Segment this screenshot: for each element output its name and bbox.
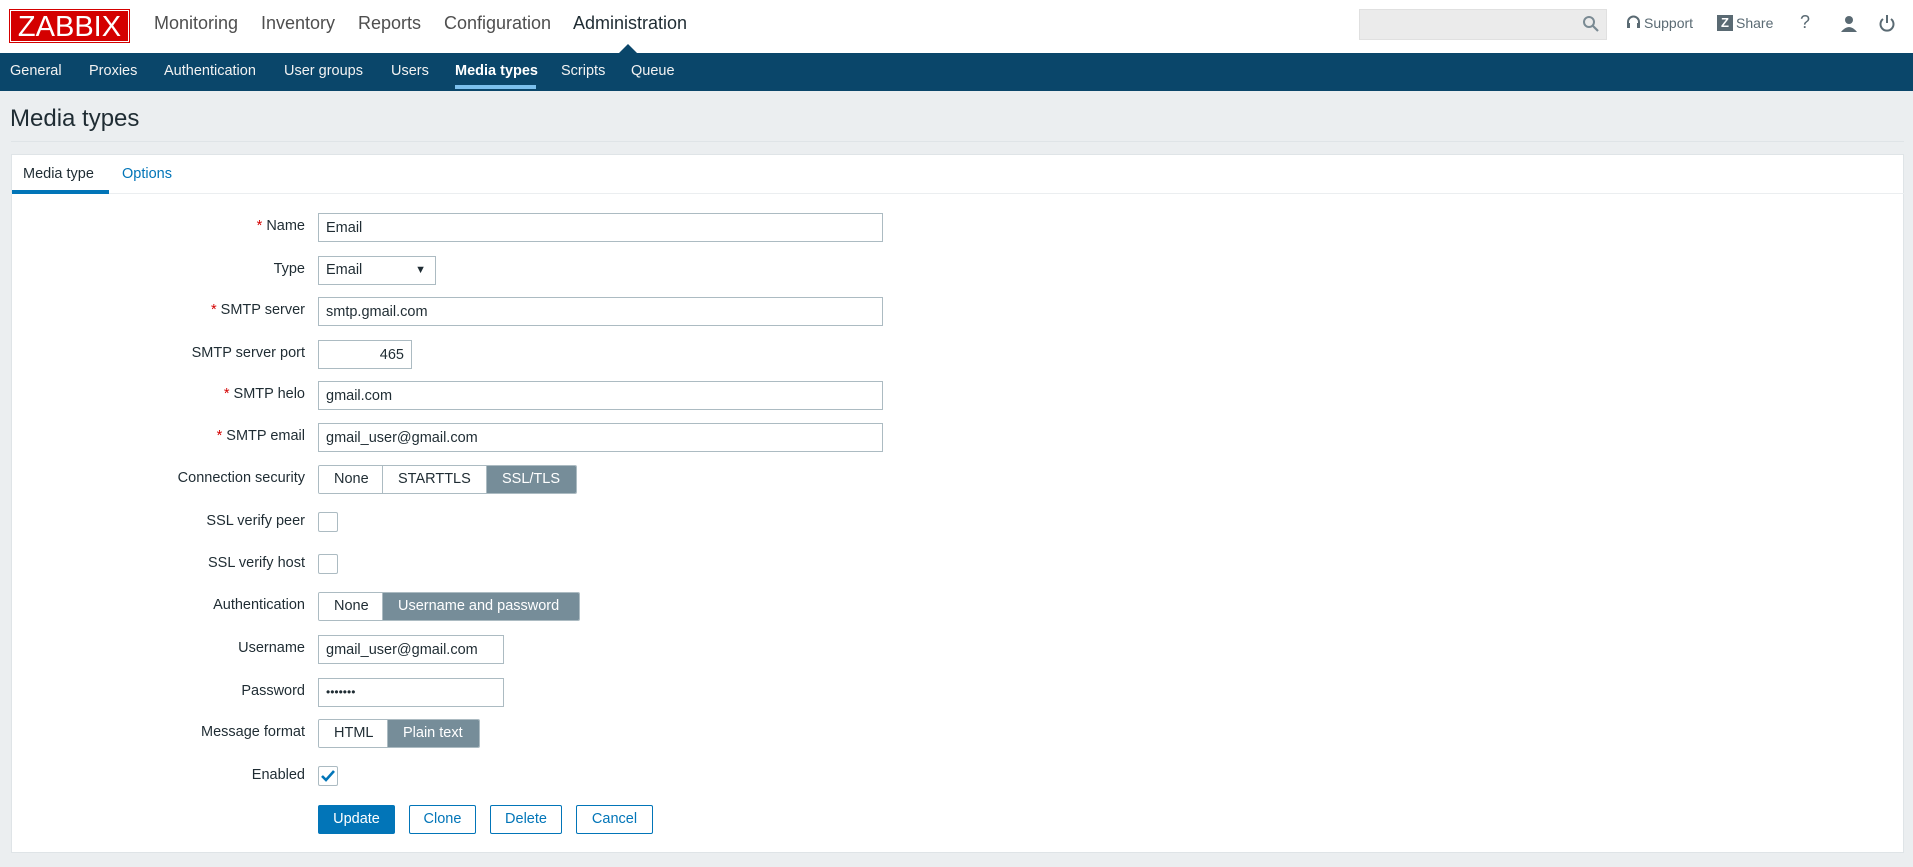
subnav-media-types[interactable]: Media types xyxy=(455,63,538,79)
authentication-none[interactable]: None xyxy=(319,593,383,620)
active-subnav-underline xyxy=(455,85,536,89)
enabled-checkbox[interactable] xyxy=(318,766,338,786)
help-icon[interactable]: ? xyxy=(1800,12,1810,33)
connection-security-segmented: None STARTTLS SSL/TLS xyxy=(318,465,577,494)
authentication-label: Authentication xyxy=(213,597,305,613)
tab-options[interactable]: Options xyxy=(122,166,172,182)
ssl-verify-peer-checkbox[interactable] xyxy=(318,512,338,532)
password-input[interactable]: ••••••• xyxy=(318,678,504,707)
menu-inventory[interactable]: Inventory xyxy=(261,13,335,34)
smtp-email-label: * SMTP email xyxy=(216,428,305,444)
message-format-label: Message format xyxy=(201,724,305,740)
subnav-user-groups[interactable]: User groups xyxy=(284,63,363,79)
smtp-server-input[interactable] xyxy=(318,297,883,326)
active-menu-caret xyxy=(619,44,637,53)
subnav-authentication[interactable]: Authentication xyxy=(164,63,256,79)
enabled-label: Enabled xyxy=(251,767,305,783)
smtp-helo-input[interactable] xyxy=(318,381,883,410)
connection-security-starttls[interactable]: STARTTLS xyxy=(383,466,487,493)
smtp-server-label: * SMTP server xyxy=(211,302,305,318)
message-format-html[interactable]: HTML xyxy=(319,720,388,747)
power-icon[interactable] xyxy=(1878,14,1896,33)
ssl-verify-host-label: SSL verify host xyxy=(208,555,305,571)
connection-security-ssl-tls[interactable]: SSL/TLS xyxy=(487,466,576,493)
zabbix-logo[interactable]: ZABBIX xyxy=(9,9,130,43)
authentication-username-password[interactable]: Username and password xyxy=(383,593,579,620)
message-format-segmented: HTML Plain text xyxy=(318,719,480,748)
menu-configuration[interactable]: Configuration xyxy=(444,13,551,34)
smtp-helo-label: * SMTP helo xyxy=(223,386,305,402)
smtp-port-input[interactable] xyxy=(318,340,412,369)
connection-security-none[interactable]: None xyxy=(319,466,383,493)
divider xyxy=(11,141,1904,142)
subnav-users[interactable]: Users xyxy=(391,63,429,79)
cancel-button[interactable]: Cancel xyxy=(576,805,653,834)
password-label: Password xyxy=(241,683,305,699)
top-header: ZABBIX Monitoring Inventory Reports Conf… xyxy=(0,0,1913,53)
type-select[interactable]: Email ▼ xyxy=(318,256,436,285)
message-format-plain-text[interactable]: Plain text xyxy=(388,720,479,747)
support-link[interactable]: Support xyxy=(1626,15,1693,31)
name-input[interactable] xyxy=(318,213,883,242)
share-z-icon: Z xyxy=(1717,15,1733,31)
subnav-general[interactable]: General xyxy=(10,63,62,79)
form-panel xyxy=(11,154,1904,853)
smtp-port-label: SMTP server port xyxy=(191,345,305,361)
username-input[interactable] xyxy=(318,635,504,664)
connection-security-label: Connection security xyxy=(177,470,305,486)
ssl-verify-peer-label: SSL verify peer xyxy=(206,513,305,529)
headset-icon xyxy=(1627,15,1640,28)
search-icon[interactable] xyxy=(1582,15,1600,33)
menu-reports[interactable]: Reports xyxy=(358,13,421,34)
subnav-proxies[interactable]: Proxies xyxy=(89,63,137,79)
subnav-queue[interactable]: Queue xyxy=(631,63,675,79)
delete-button[interactable]: Delete xyxy=(490,805,562,834)
authentication-segmented: None Username and password xyxy=(318,592,580,621)
ssl-verify-host-checkbox[interactable] xyxy=(318,554,338,574)
share-link[interactable]: Z Share xyxy=(1717,15,1773,31)
sub-navigation: General Proxies Authentication User grou… xyxy=(0,53,1913,91)
checkmark-icon xyxy=(321,770,335,782)
name-label: * Name xyxy=(256,218,305,234)
type-label: Type xyxy=(273,261,305,277)
user-icon[interactable] xyxy=(1840,15,1858,33)
update-button[interactable]: Update xyxy=(318,805,395,834)
support-label: Support xyxy=(1644,15,1694,31)
subnav-scripts[interactable]: Scripts xyxy=(561,63,605,79)
clone-button[interactable]: Clone xyxy=(409,805,476,834)
smtp-email-input[interactable] xyxy=(318,423,883,452)
tab-bar: Media type Options xyxy=(11,154,1904,194)
username-label: Username xyxy=(238,640,305,656)
search-input[interactable] xyxy=(1359,9,1607,40)
active-tab-underline xyxy=(12,190,109,194)
menu-administration[interactable]: Administration xyxy=(573,13,687,34)
share-label: Share xyxy=(1736,15,1774,31)
menu-monitoring[interactable]: Monitoring xyxy=(154,13,238,34)
tab-media-type[interactable]: Media type xyxy=(23,166,94,182)
page-title: Media types xyxy=(10,105,140,132)
chevron-down-icon: ▼ xyxy=(415,264,426,276)
